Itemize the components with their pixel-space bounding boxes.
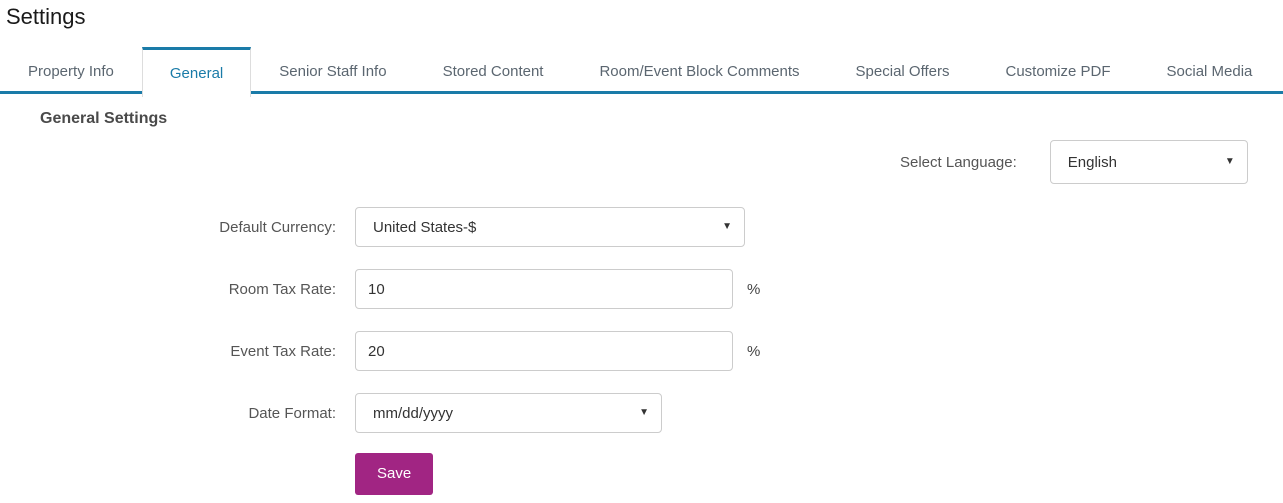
event-tax-rate-row: Event Tax Rate: %	[0, 329, 1283, 373]
chevron-down-icon: ▼	[722, 221, 732, 232]
room-tax-rate-row: Room Tax Rate: %	[0, 267, 1283, 311]
tab-senior-staff-info[interactable]: Senior Staff Info	[251, 47, 414, 94]
date-format-select[interactable]: mm/dd/yyyy ▼	[355, 393, 662, 433]
default-currency-row: Default Currency: United States-$ ▼	[0, 205, 1283, 249]
chevron-down-icon: ▼	[639, 407, 649, 418]
select-language-label: Select Language:	[900, 153, 1017, 171]
section-heading: General Settings	[40, 110, 168, 127]
tab-label: Special Offers	[855, 62, 950, 80]
tab-special-offers[interactable]: Special Offers	[828, 47, 978, 94]
date-format-label: Date Format:	[248, 404, 336, 422]
room-tax-rate-percent-sign: %	[747, 280, 761, 298]
date-format-value: mm/dd/yyyy	[373, 404, 454, 422]
tab-label: Property Info	[28, 62, 114, 80]
tab-label: Room/Event Block Comments	[599, 62, 800, 80]
save-button[interactable]: Save	[355, 453, 434, 495]
tab-property-info[interactable]: Property Info	[0, 47, 142, 94]
tab-stored-content[interactable]: Stored Content	[415, 47, 572, 94]
event-tax-rate-percent-sign: %	[747, 342, 761, 360]
tab-label: Senior Staff Info	[279, 62, 387, 80]
tab-general[interactable]: General	[141, 47, 252, 97]
tab-customize-pdf[interactable]: Customize PDF	[977, 47, 1138, 94]
chevron-down-icon: ▼	[1224, 156, 1235, 167]
room-tax-rate-input[interactable]	[355, 269, 733, 309]
language-select[interactable]: English ▼	[1049, 140, 1248, 184]
tab-label: General	[169, 65, 224, 82]
select-language-row: Select Language: English ▼	[900, 140, 1275, 184]
tab-social-media[interactable]: Social Media	[1139, 47, 1281, 94]
default-currency-label: Default Currency:	[219, 218, 336, 236]
tab-label: Social Media	[1166, 62, 1253, 80]
tab-bar: Property Info General Senior Staff Info …	[0, 47, 1283, 97]
date-format-row: Date Format: mm/dd/yyyy ▼	[0, 391, 1283, 435]
default-currency-select[interactable]: United States-$ ▼	[355, 207, 745, 247]
room-tax-rate-label: Room Tax Rate:	[228, 280, 336, 298]
general-settings-form: Default Currency: United States-$ ▼ Room…	[0, 205, 1283, 495]
page-title: Settings	[6, 4, 86, 29]
event-tax-rate-label: Event Tax Rate:	[230, 342, 336, 360]
tab-label: Stored Content	[442, 62, 544, 80]
tab-room-event-block-comments[interactable]: Room/Event Block Comments	[571, 47, 827, 94]
save-row: Save	[0, 453, 1283, 495]
event-tax-rate-input[interactable]	[355, 331, 733, 371]
default-currency-value: United States-$	[373, 218, 477, 236]
tab-label: Customize PDF	[1005, 62, 1111, 80]
language-select-value: English	[1067, 153, 1117, 171]
